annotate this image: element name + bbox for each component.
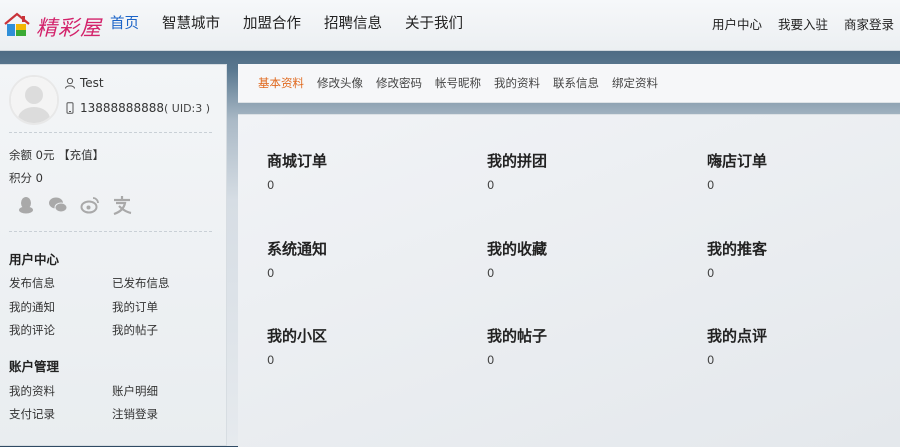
my-profile-link[interactable]: 我的资料: [9, 383, 55, 399]
publish-info-link[interactable]: 发布信息: [9, 275, 55, 291]
stat-value: 0: [487, 353, 495, 367]
my-reviews-link[interactable]: 我的评论: [9, 322, 55, 338]
stat-title[interactable]: 嗨店订单: [707, 150, 900, 171]
recharge-link[interactable]: 【充值】: [58, 148, 104, 162]
stat-title[interactable]: 我的收藏: [487, 238, 687, 259]
user-phone: 13888888888: [80, 101, 164, 115]
tab-basic-info[interactable]: 基本资料: [258, 64, 304, 102]
nav-about[interactable]: 关于我们: [405, 0, 463, 50]
stat-system-notices: 系统通知 0: [267, 238, 467, 280]
tab-change-avatar[interactable]: 修改头像: [317, 64, 363, 102]
stat-title[interactable]: 商城订单: [267, 150, 467, 171]
stat-value: 0: [707, 178, 715, 192]
main-nav: 首页 智慧城市 加盟合作 招聘信息 关于我们: [110, 0, 486, 50]
stat-shop-orders: 嗨店订单 0: [707, 150, 900, 192]
user-uid: ( UID:3 ): [163, 101, 211, 115]
stat-title[interactable]: 我的小区: [267, 325, 467, 346]
tab-contact-info[interactable]: 联系信息: [553, 64, 599, 102]
weibo-icon[interactable]: [80, 195, 100, 215]
tab-my-profile[interactable]: 我的资料: [494, 64, 540, 102]
stat-value: 0: [487, 178, 495, 192]
divider: [9, 132, 212, 133]
stat-my-community: 我的小区 0: [267, 325, 467, 367]
my-posts-link[interactable]: 我的帖子: [112, 322, 158, 338]
stat-title[interactable]: 我的帖子: [487, 325, 687, 346]
stats-panel: 商城订单 0 我的拼团 0 嗨店订单 0 系统通知 0 我的收藏 0 我的推客 …: [238, 114, 900, 447]
tab-nickname[interactable]: 帐号昵称: [435, 64, 481, 102]
user-sidebar: Test 13888888888 ( UID:3 ) 余额 0元 【充值】 积分…: [0, 64, 227, 446]
stat-title[interactable]: 我的推客: [707, 238, 900, 259]
merchant-login-link[interactable]: 商家登录: [844, 0, 894, 50]
user-icon: [65, 77, 75, 89]
stat-value: 0: [487, 266, 495, 280]
merchant-join-link[interactable]: 我要入驻: [778, 0, 828, 50]
stat-value: 0: [707, 266, 715, 280]
nav-franchise[interactable]: 加盟合作: [243, 0, 301, 50]
nav-smart-city[interactable]: 智慧城市: [162, 0, 220, 50]
avatar[interactable]: [9, 75, 59, 125]
published-info-link[interactable]: 已发布信息: [112, 275, 170, 291]
logo-house-icon: [4, 12, 30, 36]
phone-icon: [66, 102, 74, 114]
stat-title[interactable]: 我的拼团: [487, 150, 687, 171]
stat-title[interactable]: 我的点评: [707, 325, 900, 346]
payment-records-link[interactable]: 支付记录: [9, 406, 55, 422]
stat-my-reviews: 我的点评 0: [707, 325, 900, 367]
profile-tabs: 基本资料 修改头像 修改密码 帐号昵称 我的资料 联系信息 绑定资料: [238, 64, 900, 103]
user-center-link[interactable]: 用户中心: [712, 0, 762, 50]
balance-text: 余额 0元: [9, 148, 55, 162]
points-text: 积分 0: [9, 171, 43, 185]
alipay-icon[interactable]: [112, 195, 132, 215]
account-details-link[interactable]: 账户明细: [112, 383, 158, 399]
stat-referrals: 我的推客 0: [707, 238, 900, 280]
social-bindings: [16, 195, 144, 215]
stat-group-buy: 我的拼团 0: [487, 150, 687, 192]
user-name-row: Test: [64, 76, 104, 90]
balance-row: 余额 0元 【充值】: [9, 147, 104, 163]
stat-mall-orders: 商城订单 0: [267, 150, 467, 192]
wechat-icon[interactable]: [48, 195, 68, 215]
my-notices-link[interactable]: 我的通知: [9, 299, 55, 315]
stat-value: 0: [267, 178, 275, 192]
nav-jobs[interactable]: 招聘信息: [324, 0, 382, 50]
stat-value: 0: [267, 353, 275, 367]
stat-value: 0: [707, 353, 715, 367]
nav-home[interactable]: 首页: [110, 0, 139, 50]
qq-icon[interactable]: [16, 195, 36, 215]
user-name: Test: [80, 76, 104, 90]
tab-bind-accounts[interactable]: 绑定资料: [612, 64, 658, 102]
account-heading: 账户管理: [9, 359, 60, 374]
tab-change-password[interactable]: 修改密码: [376, 64, 422, 102]
stat-my-posts: 我的帖子 0: [487, 325, 687, 367]
logout-link[interactable]: 注销登录: [112, 406, 158, 422]
logo-text: 精彩屋: [36, 16, 102, 40]
default-avatar-icon: [11, 77, 57, 123]
user-center-heading: 用户中心: [9, 252, 60, 267]
user-phone-row: 13888888888 ( UID:3 ): [64, 101, 210, 115]
my-orders-link[interactable]: 我的订单: [112, 299, 158, 315]
stat-value: 0: [267, 266, 275, 280]
top-links: 用户中心 我要入驻 商家登录: [696, 0, 894, 50]
stat-title[interactable]: 系统通知: [267, 238, 467, 259]
top-bar: 精彩屋 首页 智慧城市 加盟合作 招聘信息 关于我们 用户中心 我要入驻 商家登…: [0, 0, 900, 51]
site-logo[interactable]: 精彩屋: [2, 8, 101, 42]
stat-favorites: 我的收藏 0: [487, 238, 687, 280]
divider: [9, 231, 212, 232]
